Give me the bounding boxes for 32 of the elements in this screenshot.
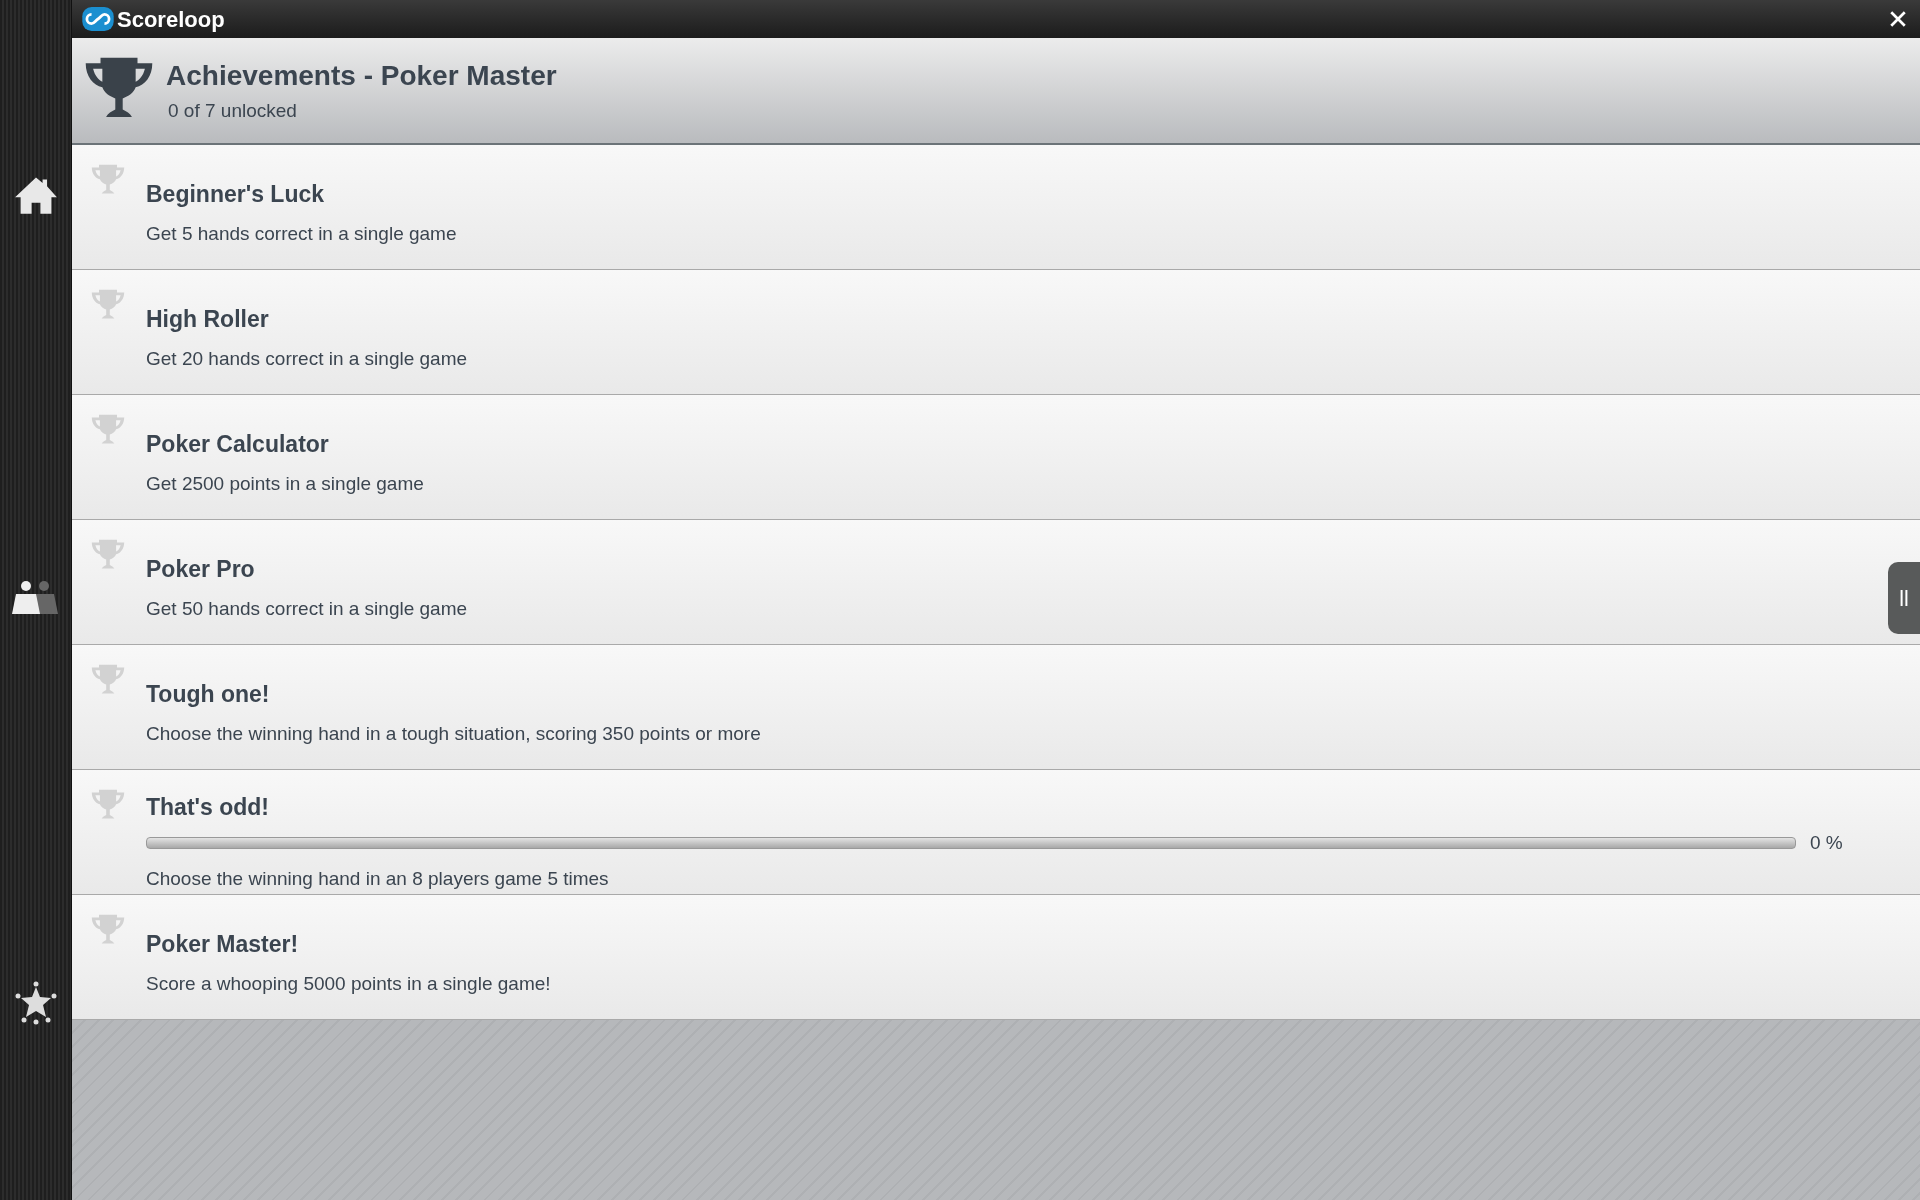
achievement-description: Get 50 hands correct in a single game: [146, 596, 469, 621]
achievement-row[interactable]: Poker Pro Get 50 hands correct in a single game: [72, 520, 1920, 645]
header-title: Achievements - Poker Master: [166, 59, 557, 94]
achievement-row[interactable]: That's odd! 0 % Choose the winning hand in an 8 players game 5 times: [72, 770, 1920, 895]
achievement-name: Poker Master!: [146, 930, 300, 959]
achievement-name: That's odd!: [146, 793, 270, 822]
header-subtitle: 0 of 7 unlocked: [168, 99, 298, 124]
grip-icon: [1900, 588, 1908, 608]
achievement-name: Poker Calculator: [146, 430, 330, 459]
achievement-description: Choose the winning hand in a tough situation, scoring 350 points or more: [146, 721, 762, 746]
achievement-row[interactable]: Poker Master! Score a whooping 5000 points in a single game!: [72, 895, 1920, 1020]
achievement-description: Score a whooping 5000 points in a single game!: [146, 971, 552, 996]
drawer-handle[interactable]: [1888, 562, 1920, 634]
achievement-description: Get 5 hands correct in a single game: [146, 221, 458, 246]
star-icon[interactable]: [13, 981, 58, 1025]
close-icon: [1889, 10, 1907, 28]
achievement-row[interactable]: Beginner's Luck Get 5 hands correct in a single game: [72, 145, 1920, 270]
people-icon[interactable]: [11, 580, 60, 616]
achievement-name: Tough one!: [146, 680, 271, 709]
window-title: Scoreloop: [117, 5, 225, 34]
achievement-row[interactable]: High Roller Get 20 hands correct in a single game: [72, 270, 1920, 395]
home-icon[interactable]: [13, 175, 58, 215]
achievement-name: Poker Pro: [146, 555, 256, 584]
achievement-description: Get 2500 points in a single game: [146, 471, 425, 496]
achievement-description: Get 20 hands correct in a single game: [146, 346, 469, 371]
achievement-row[interactable]: Poker Calculator Get 2500 points in a single game: [72, 395, 1920, 520]
achievement-description: Choose the winning hand in an 8 players game 5 times: [146, 867, 610, 891]
achievement-name: High Roller: [146, 305, 270, 334]
progress-reading: 0 %: [1810, 830, 1844, 855]
achievement-row[interactable]: Tough one! Choose the winning hand in a tough situation, scoring 350 points or more: [72, 645, 1920, 770]
logo-icon: [82, 7, 114, 31]
achievement-name: Beginner's Luck: [146, 180, 325, 209]
